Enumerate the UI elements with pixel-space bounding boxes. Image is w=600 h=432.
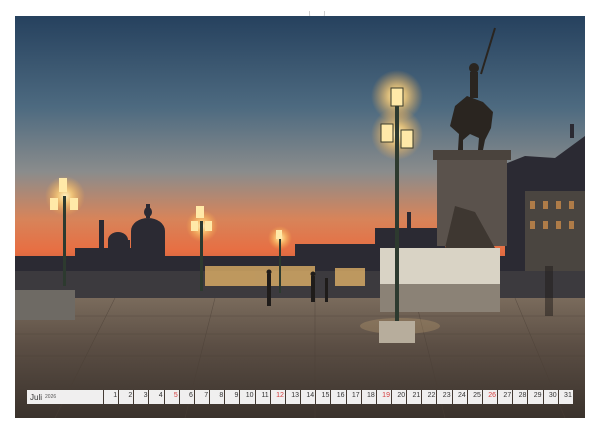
day-number: 4 [158, 392, 163, 399]
day-cell: 4 [149, 390, 164, 404]
balustrade [15, 290, 75, 320]
day-number: 30 [548, 392, 557, 399]
day-number: 24 [457, 392, 466, 399]
day-cell: 28 [513, 390, 528, 404]
day-cell: 16 [331, 390, 346, 404]
day-number: 6 [189, 392, 193, 399]
day-cell: 1 [104, 390, 119, 404]
day-cell: 10 [240, 390, 255, 404]
day-number: 8 [219, 392, 224, 399]
day-cell: 21 [407, 390, 422, 404]
day-number: 23 [442, 392, 451, 399]
day-cell: 11 [255, 390, 270, 404]
day-cell: 30 [543, 390, 558, 404]
day-number: 1 [113, 392, 118, 399]
month-label: Juli 2026 [27, 390, 103, 404]
day-cell: 15 [316, 390, 331, 404]
day-cell: 8 [210, 390, 225, 404]
day-cell: 31 [558, 390, 573, 404]
day-cell: 24 [452, 390, 467, 404]
day-cell: 5 [164, 390, 179, 404]
day-number: 7 [204, 392, 209, 399]
day-cell: 27 [498, 390, 513, 404]
day-number: 17 [351, 392, 360, 399]
day-cell: 29 [528, 390, 543, 404]
day-cell: 20 [391, 390, 407, 404]
day-number: 18 [367, 392, 375, 399]
day-number: 31 [564, 392, 572, 399]
day-cell: 17 [346, 390, 361, 404]
day-number: 27 [503, 392, 512, 399]
day-number: 9 [234, 392, 239, 399]
day-number: 14 [306, 392, 315, 399]
day-cell: 2 [119, 390, 134, 404]
day-number: 19 [382, 392, 390, 399]
day-number: 3 [143, 392, 148, 399]
day-cell: 6 [179, 390, 194, 404]
day-cell: 12 [270, 390, 285, 404]
day-number: 16 [336, 392, 345, 399]
day-number: 12 [276, 392, 284, 399]
day-cell: 13 [285, 390, 301, 404]
day-number: 20 [397, 392, 406, 399]
day-number: 13 [291, 392, 300, 399]
day-number: 5 [173, 392, 178, 399]
year-label: 2026 [45, 394, 57, 400]
day-number: 26 [488, 392, 497, 399]
day-number: 29 [533, 392, 542, 399]
day-cell: 3 [134, 390, 149, 404]
day-cell: 25 [467, 390, 482, 404]
calendar-strip: Juli 2026 1 2 3 4 5 6 7 8 9 10 11 12 13 14 15 16 17 18 19 2… [27, 390, 573, 404]
day-cell: 23 [437, 390, 452, 404]
day-cells: 1 2 3 4 5 6 7 8 9 10 11 12 13 14 15 16 17 18 19 20 21 22 23 24 2… [104, 390, 573, 404]
month-name: Juli [30, 392, 43, 402]
day-cell: 9 [225, 390, 240, 404]
venice-dusk-scene [15, 16, 585, 418]
day-number: 10 [245, 392, 254, 399]
day-number: 28 [518, 392, 527, 399]
day-number: 11 [261, 392, 269, 399]
day-cell: 7 [194, 390, 210, 404]
day-number: 2 [128, 392, 133, 399]
day-cell: 19 [376, 390, 391, 404]
day-cell: 18 [361, 390, 376, 404]
day-cell: 14 [301, 390, 316, 404]
day-number: 22 [427, 392, 436, 399]
calendar-photo [15, 16, 585, 418]
day-number: 21 [412, 392, 421, 399]
day-cell: 22 [422, 390, 437, 404]
day-number: 25 [473, 392, 481, 399]
day-cell: 26 [482, 390, 498, 404]
day-number: 15 [321, 392, 330, 399]
